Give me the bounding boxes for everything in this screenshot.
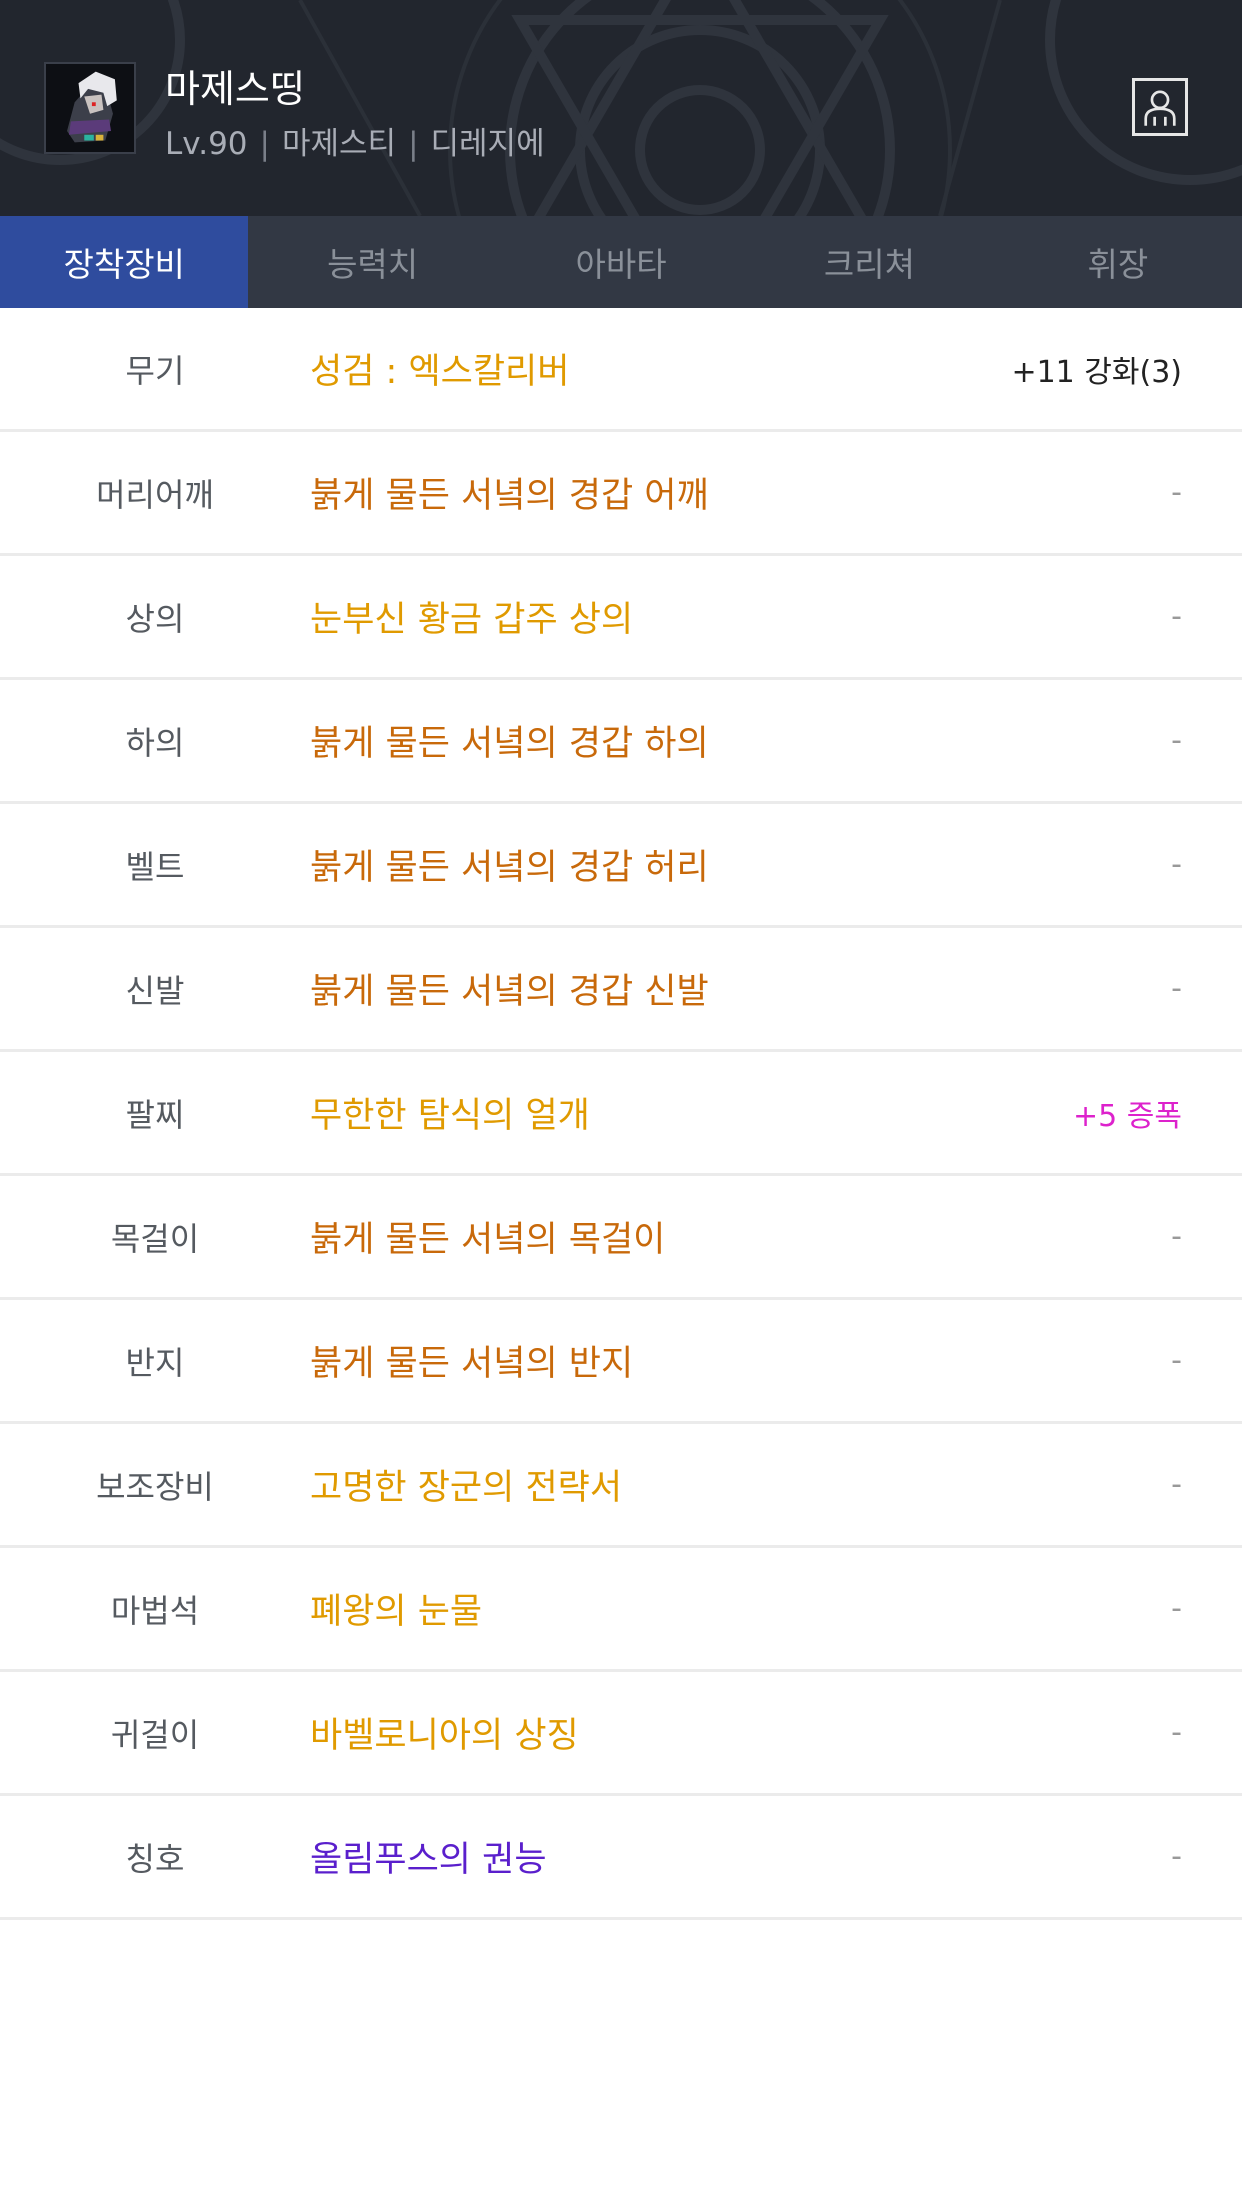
item-extra: - bbox=[1171, 723, 1182, 758]
item-extra: - bbox=[1171, 475, 1182, 510]
item-extra: - bbox=[1171, 599, 1182, 634]
slot-label: 목걸이 bbox=[110, 1219, 200, 1258]
character-name: 마제스띵 bbox=[165, 67, 305, 111]
item-extra: - bbox=[1171, 971, 1182, 1006]
slot-label: 귀걸이 bbox=[110, 1715, 200, 1754]
item-name: 올림푸스의 권능 bbox=[310, 1840, 547, 1880]
slot-label: 하의 bbox=[125, 723, 185, 762]
item-extra: - bbox=[1171, 1219, 1182, 1254]
slot-label: 반지 bbox=[125, 1343, 185, 1382]
tab-creature[interactable]: 크리쳐 bbox=[745, 216, 993, 308]
equipment-row[interactable]: 머리어깨 붉게 물든 서녘의 경갑 어깨 - bbox=[0, 432, 1242, 556]
item-extra: +5 증폭 bbox=[1073, 1098, 1182, 1134]
equipment-row[interactable]: 벨트 붉게 물든 서녘의 경갑 허리 - bbox=[0, 804, 1242, 928]
character-meta: Lv.90 | 마제스티 | 디레지에 bbox=[165, 118, 545, 163]
equipment-row[interactable]: 보조장비 고명한 장군의 전략서 - bbox=[0, 1424, 1242, 1548]
slot-label: 신발 bbox=[125, 971, 185, 1010]
equipment-list: 무기 성검 : 엑스칼리버 +11 강화(3) 머리어깨 붉게 물든 서녘의 경갑 어… bbox=[0, 308, 1242, 1920]
tab-bar: 장착장비 능력치 아바타 크리쳐 휘장 bbox=[0, 216, 1242, 308]
equipment-row[interactable]: 목걸이 붉게 물든 서녘의 목걸이 - bbox=[0, 1176, 1242, 1300]
character-server: 디레지에 bbox=[430, 126, 545, 162]
item-name: 폐왕의 눈물 bbox=[310, 1592, 483, 1632]
item-extra: - bbox=[1171, 1467, 1182, 1502]
item-extra: - bbox=[1171, 1591, 1182, 1626]
tab-emblem[interactable]: 휘장 bbox=[994, 216, 1242, 308]
item-extra: - bbox=[1171, 1343, 1182, 1378]
profile-button[interactable] bbox=[1132, 78, 1188, 136]
equipment-row[interactable]: 팔찌 무한한 탐식의 얼개 +5 증폭 bbox=[0, 1052, 1242, 1176]
slot-label: 마법석 bbox=[110, 1591, 200, 1630]
slot-label: 무기 bbox=[125, 351, 185, 390]
slot-label: 팔찌 bbox=[125, 1095, 185, 1134]
person-icon bbox=[1144, 90, 1176, 126]
item-extra: - bbox=[1171, 1715, 1182, 1750]
equipment-row[interactable]: 상의 눈부신 황금 갑주 상의 - bbox=[0, 556, 1242, 680]
item-extra: - bbox=[1171, 847, 1182, 882]
equipment-row[interactable]: 신발 붉게 물든 서녘의 경갑 신발 - bbox=[0, 928, 1242, 1052]
tab-equipment[interactable]: 장착장비 bbox=[0, 216, 249, 308]
slot-label: 상의 bbox=[125, 599, 185, 638]
item-name: 붉게 물든 서녘의 경갑 하의 bbox=[310, 724, 709, 764]
item-name: 무한한 탐식의 얼개 bbox=[310, 1096, 590, 1136]
equipment-row[interactable]: 하의 붉게 물든 서녘의 경갑 하의 - bbox=[0, 680, 1242, 804]
item-extra: - bbox=[1171, 1839, 1182, 1874]
character-portrait-icon bbox=[46, 64, 134, 152]
character-level: Lv.90 bbox=[165, 126, 248, 162]
item-name: 성검 : 엑스칼리버 bbox=[310, 352, 570, 392]
tab-avatar[interactable]: 아바타 bbox=[497, 216, 745, 308]
item-name: 붉게 물든 서녘의 경갑 허리 bbox=[310, 848, 709, 888]
meta-separator: | bbox=[408, 126, 419, 162]
equipment-row[interactable]: 무기 성검 : 엑스칼리버 +11 강화(3) bbox=[0, 308, 1242, 432]
equipment-row[interactable]: 반지 붉게 물든 서녘의 반지 - bbox=[0, 1300, 1242, 1424]
slot-label: 머리어깨 bbox=[96, 475, 214, 514]
tab-stats[interactable]: 능력치 bbox=[248, 216, 496, 308]
equipment-row[interactable]: 마법석 폐왕의 눈물 - bbox=[0, 1548, 1242, 1672]
item-name: 붉게 물든 서녘의 반지 bbox=[310, 1344, 634, 1384]
item-name: 붉게 물든 서녘의 경갑 어깨 bbox=[310, 476, 709, 516]
item-name: 붉게 물든 서녘의 목걸이 bbox=[310, 1220, 666, 1260]
item-name: 눈부신 황금 갑주 상의 bbox=[310, 600, 634, 640]
meta-separator: | bbox=[259, 126, 270, 162]
equipment-row[interactable]: 귀걸이 바벨로니아의 상징 - bbox=[0, 1672, 1242, 1796]
item-name: 고명한 장군의 전략서 bbox=[310, 1468, 623, 1508]
character-job: 마제스티 bbox=[281, 126, 397, 162]
equipment-row[interactable]: 칭호 올림푸스의 권능 - bbox=[0, 1796, 1242, 1920]
slot-label: 보조장비 bbox=[96, 1467, 214, 1506]
item-name: 붉게 물든 서녘의 경갑 신발 bbox=[310, 972, 709, 1012]
slot-label: 칭호 bbox=[125, 1839, 185, 1878]
character-avatar bbox=[44, 62, 136, 154]
slot-label: 벨트 bbox=[125, 847, 185, 886]
item-extra: +11 강화(3) bbox=[1011, 354, 1182, 390]
character-header: 마제스띵 Lv.90 | 마제스티 | 디레지에 bbox=[0, 0, 1242, 216]
item-name: 바벨로니아의 상징 bbox=[310, 1716, 579, 1756]
